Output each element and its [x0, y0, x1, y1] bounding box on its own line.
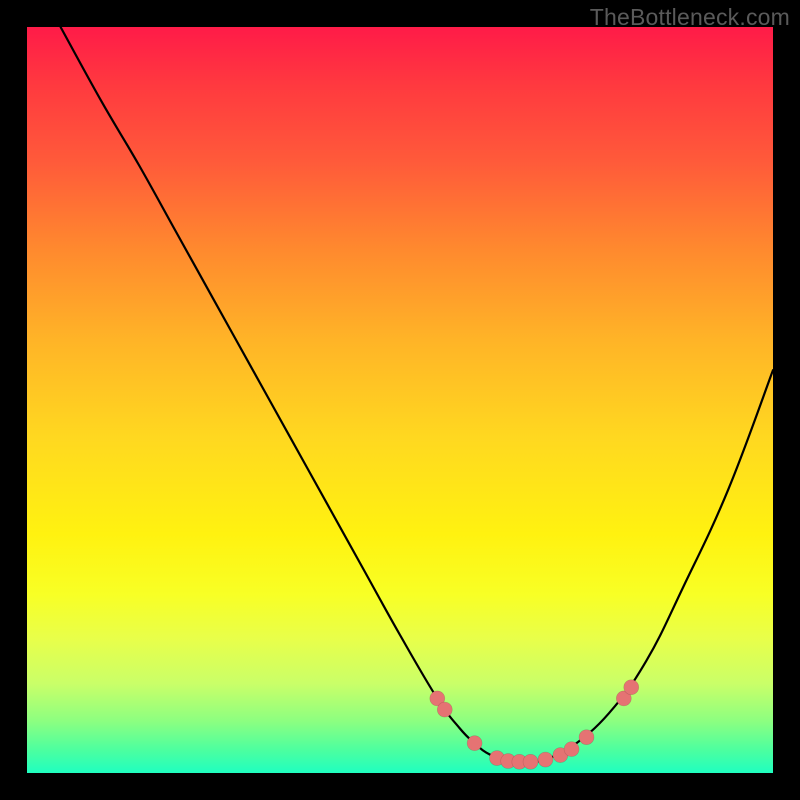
curve-marker — [538, 752, 553, 767]
curve-marker — [467, 736, 482, 751]
bottleneck-curve — [61, 27, 773, 763]
curve-marker — [564, 742, 579, 757]
curve-marker — [437, 702, 452, 717]
chart-svg — [27, 27, 773, 773]
curve-marker — [523, 754, 538, 769]
curve-marker — [579, 730, 594, 745]
markers-group — [430, 680, 639, 770]
curve-marker — [624, 680, 639, 695]
